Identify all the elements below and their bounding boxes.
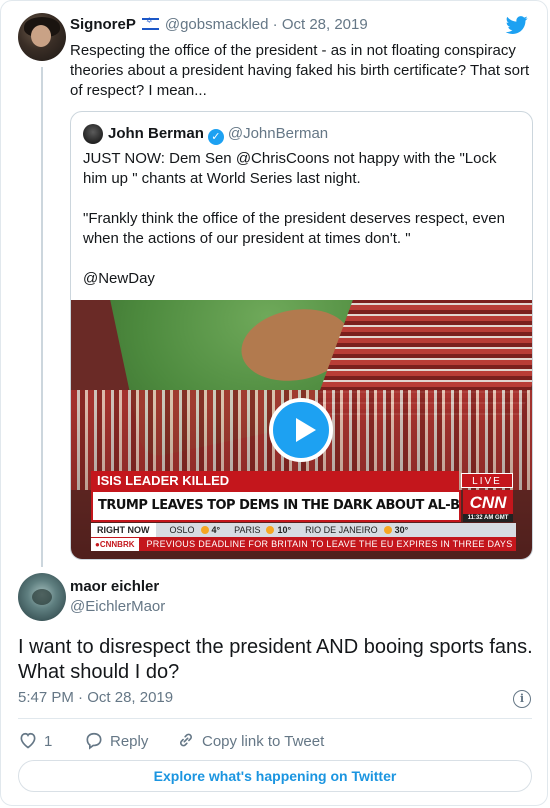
- cnnbrk-label: ●CNNBRK: [91, 538, 139, 551]
- breaking-ticker: ●CNNBRK PREVIOUS DEADLINE FOR BRITAIN TO …: [91, 537, 516, 551]
- link-icon: [180, 733, 192, 747]
- cnn-lower-third: ISIS LEADER KILLED LIVE TRUMP LEAVES TOP…: [91, 471, 516, 557]
- quoted-paragraph: @NewDay: [83, 270, 155, 287]
- john-berman-avatar: [83, 124, 103, 144]
- maor-eichler-avatar[interactable]: [18, 573, 66, 621]
- cnn-clock: 11:32 AM GMT: [463, 514, 513, 522]
- reply-label: Reply: [110, 733, 149, 750]
- ticker-city: PARIS: [234, 525, 261, 535]
- main-handle[interactable]: @EichlerMaor: [70, 598, 165, 615]
- parent-display-name[interactable]: SignoreP: [70, 16, 136, 33]
- cnn-logo-text: CNN: [469, 493, 507, 512]
- quoted-tweet-text: JUST NOW: Dem Sen @ChrisCoons not happy …: [83, 149, 521, 309]
- ticker-temp: 10°: [266, 523, 291, 537]
- divider: [18, 718, 532, 719]
- reply-button[interactable]: Reply: [84, 730, 148, 750]
- tweet-timestamp[interactable]: 5:47 PM · Oct 28, 2019: [18, 689, 173, 706]
- quoted-handle: @JohnBerman: [227, 125, 329, 142]
- signorep-avatar[interactable]: [18, 13, 66, 61]
- parent-date[interactable]: Oct 28, 2019: [282, 16, 368, 33]
- embedded-tweet-card: SignoreP @gobsmackled · Oct 28, 2019 Resp…: [0, 0, 548, 806]
- avatar-face: [31, 25, 51, 47]
- quoted-display-name: John Berman: [108, 125, 204, 142]
- reply-bubble-icon: [86, 732, 102, 750]
- breaking-text: PREVIOUS DEADLINE FOR BRITAIN TO LEAVE T…: [146, 539, 513, 549]
- ticker-label: RIGHT NOW: [91, 523, 156, 537]
- quoted-tweet-header: John Berman ✓ @JohnBerman: [108, 125, 328, 145]
- twitter-bird-icon[interactable]: [505, 14, 529, 36]
- parent-tweet-header: SignoreP @gobsmackled · Oct 28, 2019: [70, 16, 368, 33]
- quoted-tweet[interactable]: John Berman ✓ @JohnBerman JUST NOW: Dem Se…: [70, 111, 533, 560]
- quoted-paragraph: JUST NOW: Dem Sen @ChrisCoons not happy …: [83, 150, 497, 187]
- ticker-city: OSLO: [169, 525, 195, 535]
- play-button-icon[interactable]: [269, 398, 333, 462]
- info-icon[interactable]: i: [513, 690, 531, 708]
- parent-separator: ·: [272, 16, 278, 33]
- parent-handle[interactable]: @gobsmackled: [165, 16, 269, 33]
- tweet-time: 5:47 PM: [18, 689, 74, 706]
- chyron-headline: TRUMP LEAVES TOP DEMS IN THE DARK ABOUT …: [91, 490, 461, 522]
- like-count: 1: [44, 733, 53, 750]
- verified-badge-icon: ✓: [207, 129, 224, 145]
- copy-link-label: Copy link to Tweet: [202, 733, 325, 750]
- thread-connector-line: [41, 67, 43, 567]
- main-display-name[interactable]: maor eichler: [70, 578, 159, 595]
- israel-flag-icon: [141, 16, 159, 30]
- ticker-city: RIO DE JANEIRO: [305, 525, 378, 535]
- video-thumbnail[interactable]: ISIS LEADER KILLED LIVE TRUMP LEAVES TOP…: [71, 300, 532, 559]
- explore-twitter-button[interactable]: Explore what's happening on Twitter: [18, 760, 532, 792]
- heart-icon: [20, 732, 36, 749]
- headline-tag: ISIS LEADER KILLED: [91, 471, 459, 490]
- tweet-date: Oct 28, 2019: [87, 689, 174, 706]
- parent-tweet-text: Respecting the office of the president -…: [70, 42, 530, 99]
- copy-link-button[interactable]: Copy link to Tweet: [176, 730, 324, 750]
- like-button[interactable]: 1: [18, 730, 52, 750]
- cnn-logo: CNN 11:32 AM GMT: [463, 490, 513, 522]
- meta-separator: ·: [78, 689, 84, 706]
- ticker-temp: 30°: [384, 523, 409, 537]
- quoted-paragraph: "Frankly think the office of the preside…: [83, 210, 505, 247]
- ticker-temp: 4°: [201, 523, 221, 537]
- weather-ticker: RIGHT NOW OSLO 4° PARIS 10° RIO DE JANEIRO 30°: [91, 523, 516, 537]
- live-badge: LIVE: [461, 473, 513, 488]
- main-tweet-text: I want to disrespect the president AND b…: [18, 636, 533, 683]
